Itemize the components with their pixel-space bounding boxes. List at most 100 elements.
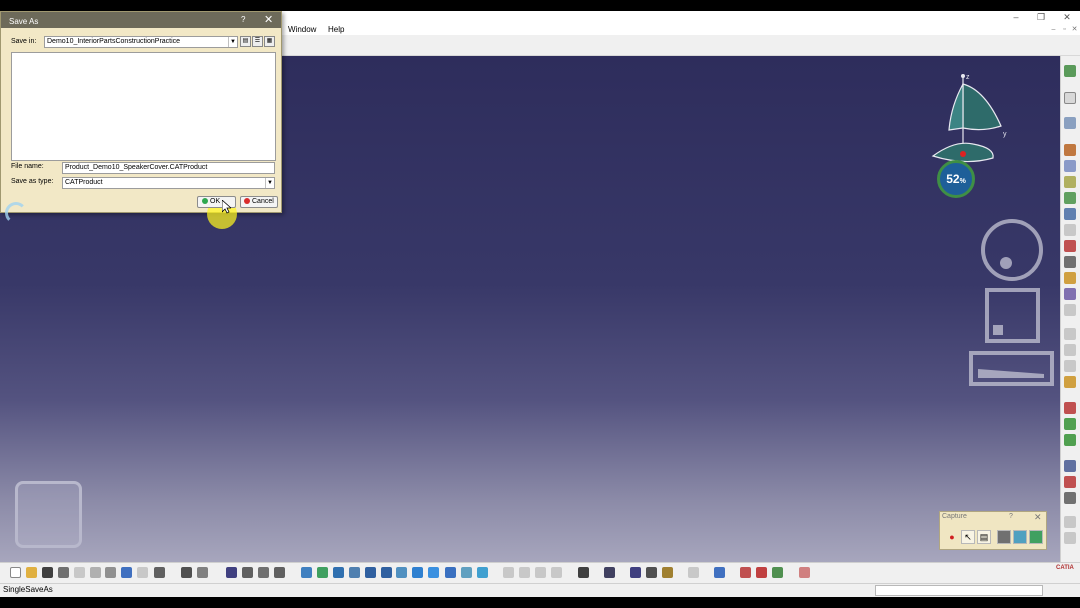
capture-options-icon[interactable]: ▤: [977, 530, 991, 544]
toolbar-icon[interactable]: [740, 567, 751, 578]
comment-icon[interactable]: [197, 567, 208, 578]
select-arrow-icon[interactable]: ↖: [961, 530, 975, 544]
normal-view-icon[interactable]: [396, 567, 407, 578]
toolbar-icon[interactable]: [1064, 418, 1076, 430]
toolbar-icon[interactable]: [1064, 532, 1076, 544]
toolbar-icon[interactable]: [1064, 256, 1076, 268]
toolbar-icon[interactable]: [274, 567, 285, 578]
compass-icon[interactable]: z y: [925, 70, 1015, 170]
command-input[interactable]: [875, 585, 1043, 596]
undo-icon[interactable]: [121, 567, 132, 578]
toolbar-icon[interactable]: [646, 567, 657, 578]
toolbar-icon[interactable]: [1064, 376, 1076, 388]
save-as-type-dropdown[interactable]: CATProduct ▼: [62, 177, 275, 189]
grid-icon[interactable]: [799, 567, 810, 578]
camera-icon[interactable]: [578, 567, 589, 578]
iso-view-icon[interactable]: [428, 567, 439, 578]
toolbar-icon[interactable]: [662, 567, 673, 578]
toolbar-icon[interactable]: [519, 567, 530, 578]
capture-image-icon[interactable]: [1013, 530, 1027, 544]
toolbar-icon[interactable]: [1064, 344, 1076, 356]
print-icon[interactable]: [58, 567, 69, 578]
hide-show-icon[interactable]: [461, 567, 472, 578]
toolbar-icon[interactable]: [1064, 117, 1076, 129]
toolbar-icon[interactable]: [1064, 288, 1076, 300]
toolbar-icon[interactable]: [1064, 160, 1076, 172]
toolbar-icon[interactable]: [1064, 460, 1076, 472]
toolbar-icon[interactable]: [688, 567, 699, 578]
toolbar-icon[interactable]: [1064, 476, 1076, 488]
toolbar-icon[interactable]: [1064, 304, 1076, 316]
swap-space-icon[interactable]: [477, 567, 488, 578]
toolbar-icon[interactable]: [1064, 360, 1076, 372]
zoom-out-icon[interactable]: [381, 567, 392, 578]
dialog-help-button[interactable]: ?: [241, 15, 245, 24]
toolbar-icon[interactable]: [1064, 492, 1076, 504]
toolbar-icon[interactable]: [1064, 208, 1076, 220]
pan-icon[interactable]: [333, 567, 344, 578]
zoom-in-icon[interactable]: [365, 567, 376, 578]
save-in-dropdown[interactable]: Demo10_InteriorPartsConstructionPractice…: [44, 36, 238, 48]
toolbar-icon[interactable]: [242, 567, 253, 578]
save-icon[interactable]: [42, 567, 53, 578]
capture-help-button[interactable]: ?: [1009, 513, 1013, 520]
new-file-icon[interactable]: [10, 567, 21, 578]
multi-view-icon[interactable]: [412, 567, 423, 578]
fit-all-icon[interactable]: [317, 567, 328, 578]
menu-window[interactable]: Window: [288, 24, 316, 35]
toolbar-icon[interactable]: [1064, 402, 1076, 414]
file-name-input[interactable]: Product_Demo10_SpeakerCover.CATProduct: [62, 162, 275, 174]
list-view-icon[interactable]: ☰: [252, 36, 263, 47]
select-arrow-icon[interactable]: [1064, 92, 1076, 104]
chevron-down-icon[interactable]: ▼: [265, 178, 274, 188]
capture-album-icon[interactable]: [1029, 530, 1043, 544]
viewport-thumbnail[interactable]: [15, 481, 82, 548]
toolbar-icon[interactable]: [604, 567, 615, 578]
toolbar-icon[interactable]: [1064, 328, 1076, 340]
measure-icon[interactable]: [630, 567, 641, 578]
record-icon[interactable]: ●: [945, 530, 959, 544]
rotate-icon[interactable]: [349, 567, 360, 578]
toolbar-icon[interactable]: [1064, 516, 1076, 528]
toolbar-icon[interactable]: [503, 567, 514, 578]
mdi-minimize-button[interactable]: –: [1049, 25, 1058, 34]
formula-icon[interactable]: [181, 567, 192, 578]
toolbar-icon[interactable]: [551, 567, 562, 578]
menu-help[interactable]: Help: [328, 24, 344, 35]
toolbar-icon[interactable]: [1064, 144, 1076, 156]
toolbar-icon[interactable]: [258, 567, 269, 578]
toolbar-icon[interactable]: [1064, 192, 1076, 204]
minimize-button[interactable]: –: [1006, 11, 1026, 24]
toolbar-icon[interactable]: [535, 567, 546, 578]
paste-icon[interactable]: [105, 567, 116, 578]
copy-icon[interactable]: [90, 567, 101, 578]
cut-icon[interactable]: [74, 567, 85, 578]
capture-screen-icon[interactable]: [997, 530, 1011, 544]
redo-icon[interactable]: [137, 567, 148, 578]
table-icon[interactable]: [226, 567, 237, 578]
close-button[interactable]: ✕: [1057, 11, 1077, 24]
fly-mode-icon[interactable]: [301, 567, 312, 578]
toolbar-icon[interactable]: [1064, 434, 1076, 446]
toolbar-icon[interactable]: [756, 567, 767, 578]
toolbar-icon[interactable]: [772, 567, 783, 578]
toolbar-icon[interactable]: [1064, 272, 1076, 284]
toolbar-icon[interactable]: [1064, 65, 1076, 77]
rotate-navigation-circle[interactable]: [981, 219, 1043, 281]
toolbar-icon[interactable]: [1064, 224, 1076, 236]
mdi-close-button[interactable]: ✕: [1070, 25, 1079, 34]
chevron-down-icon[interactable]: ▼: [228, 37, 237, 47]
file-list[interactable]: [11, 52, 276, 161]
toolbar-icon[interactable]: [714, 567, 725, 578]
details-view-icon[interactable]: ▦: [264, 36, 275, 47]
capture-close-button[interactable]: ✕: [1034, 512, 1042, 523]
toolbar-icon[interactable]: [1064, 240, 1076, 252]
toolbar-icon[interactable]: [1064, 176, 1076, 188]
shading-icon[interactable]: [445, 567, 456, 578]
whats-this-icon[interactable]: [154, 567, 165, 578]
mdi-restore-button[interactable]: ▫: [1060, 25, 1069, 34]
cancel-button[interactable]: Cancel: [240, 196, 278, 208]
dialog-close-button[interactable]: ✕: [264, 13, 273, 26]
restore-button[interactable]: ❐: [1031, 11, 1051, 24]
up-folder-icon[interactable]: ▤: [240, 36, 251, 47]
